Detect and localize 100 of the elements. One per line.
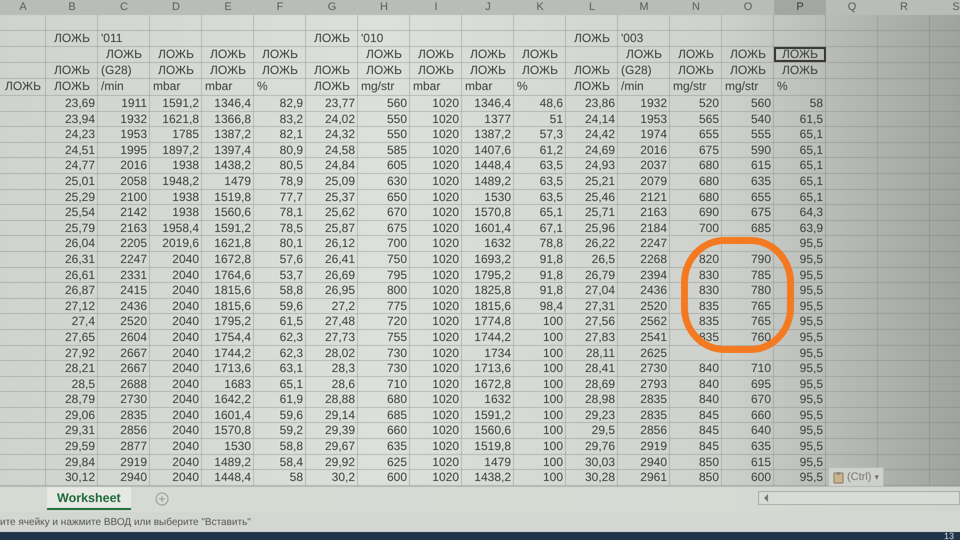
table-cell-text: 2436: [639, 283, 668, 298]
column-header[interactable]: J: [462, 0, 514, 15]
table-cell-text: 1560,6: [473, 423, 512, 438]
column-header[interactable]: D: [150, 0, 202, 15]
table-cell-text: 2040: [171, 298, 200, 314]
table-cell-text: 51: [548, 112, 564, 126]
table-cell-text: 2625: [639, 346, 668, 360]
table-cell-text: /min: [620, 79, 645, 95]
column-header[interactable]: K: [514, 0, 566, 15]
table-cell-text: 25,71: [584, 205, 616, 220]
table-cell-text: 2436: [119, 298, 148, 314]
left-arrow-icon[interactable]: [763, 494, 769, 502]
table-cell-text: 1693,2: [473, 252, 512, 267]
table-cell-text: 26,41: [324, 252, 356, 267]
table-cell-text: ЛОЖЬ: [417, 63, 455, 78]
table-cell-text: 25,29: [64, 190, 96, 204]
table-cell-text: 555: [750, 127, 772, 142]
add-sheet-icon[interactable]: [154, 492, 169, 506]
column-header[interactable]: I: [410, 0, 462, 15]
table-cell-text: 95,5: [798, 268, 824, 282]
table-cell-text: 2121: [639, 190, 668, 204]
column-header[interactable]: E: [202, 0, 254, 15]
table-cell-text: 62,3: [278, 330, 304, 344]
column-header[interactable]: L: [566, 0, 618, 15]
table-cell-text: 670: [750, 392, 772, 407]
table-cell-text: 25,54: [64, 205, 96, 220]
table-cell-text: 1932: [639, 96, 668, 111]
table-cell-text: 1020: [431, 454, 460, 470]
column-header[interactable]: S: [930, 0, 960, 15]
table-cell-text: ЛОЖЬ: [729, 47, 767, 62]
table-cell-text: 24,69: [584, 142, 616, 158]
table-cell-text: 600: [386, 470, 408, 485]
table-cell-text: 845: [698, 408, 720, 422]
table-cell-text: (G28): [100, 63, 133, 78]
table-cell-text: 680: [698, 190, 720, 204]
table-cell-text: 1438,2: [213, 158, 252, 173]
table-cell-text: 780: [750, 283, 772, 298]
table-cell-text: 2205: [119, 236, 148, 251]
table-cell-text: 24,14: [584, 112, 616, 126]
table-cell-text: 560: [386, 96, 408, 111]
table-cell-text: 820: [698, 252, 720, 267]
table-cell-text: 1601,4: [213, 408, 252, 422]
table-cell-text: 2940: [639, 454, 668, 470]
table-cell-text: 2247: [639, 236, 668, 251]
table-cell-text: 24,58: [324, 142, 356, 158]
sheet-tab[interactable]: Worksheet: [47, 487, 131, 510]
table-cell-text: 2835: [639, 392, 668, 407]
table-cell-text: 730: [386, 361, 408, 376]
column-header[interactable]: C: [98, 0, 150, 15]
table-cell-text: 840: [698, 361, 720, 376]
table-cell-text: 1020: [431, 298, 460, 314]
table-cell-text: 2100: [119, 190, 148, 204]
table-cell-text: 2793: [639, 376, 668, 392]
table-cell-text: 1530: [223, 439, 252, 454]
table-cell-text: ЛОЖЬ: [365, 63, 403, 78]
table-cell-text: 2667: [119, 361, 148, 376]
paste-options-button[interactable]: (Ctrl) ▾: [828, 467, 884, 487]
column-header[interactable]: F: [254, 0, 306, 15]
table-cell-text: 2040: [171, 252, 200, 267]
column-header[interactable]: A: [0, 0, 46, 15]
table-cell-text: 27,4: [70, 314, 96, 329]
table-cell-text: 845: [698, 439, 720, 454]
column-header[interactable]: R: [878, 0, 930, 15]
table-cell-text: 690: [698, 205, 720, 220]
table-cell-text: 1020: [431, 252, 460, 267]
table-cell-text: 700: [698, 220, 720, 236]
table-cell-text: 83,2: [278, 112, 304, 126]
column-header[interactable]: O: [722, 0, 774, 15]
table-cell-text: 680: [698, 174, 720, 189]
table-cell-text: 100: [542, 454, 564, 470]
table-cell-text: 29,31: [64, 423, 96, 438]
column-header[interactable]: G: [306, 0, 358, 15]
column-header[interactable]: B: [46, 0, 98, 15]
table-cell-text: 640: [750, 423, 772, 438]
table-cell-text: 27,48: [324, 314, 356, 329]
table-cell-text: 28,3: [330, 361, 356, 376]
table-cell-text: 80,1: [278, 236, 304, 251]
column-header[interactable]: P: [774, 0, 826, 15]
horizontal-scrollbar[interactable]: [758, 491, 960, 506]
table-cell-text: 28,02: [324, 346, 356, 360]
table-cell-text: 100: [542, 376, 564, 392]
column-header[interactable]: M: [618, 0, 670, 15]
table-cell-text: 590: [750, 142, 772, 158]
table-cell-text: 2040: [171, 423, 200, 438]
table-cell-text: 1591,2: [161, 96, 200, 111]
table-cell-text: 670: [386, 205, 408, 220]
table-cell-text: mg/str: [672, 79, 708, 95]
table-cell-text: 25,21: [584, 174, 616, 189]
table-cell-text: 660: [386, 423, 408, 438]
table-cell-text: 1974: [639, 127, 668, 142]
status-text: ите ячейку и нажмите ВВОД или выберите "Вставить": [0, 516, 251, 528]
table-cell-text: 2016: [639, 142, 668, 158]
column-header[interactable]: Q: [826, 0, 878, 15]
selected-cell[interactable]: ЛОЖЬ: [774, 47, 826, 62]
column-header[interactable]: N: [670, 0, 722, 15]
column-header[interactable]: H: [358, 0, 410, 15]
table-cell-text: 2163: [119, 220, 148, 236]
table-cell-text: 1601,4: [473, 220, 512, 236]
table-cell-text: 58,8: [278, 439, 304, 454]
table-cell-text: ЛОЖЬ: [521, 47, 559, 62]
